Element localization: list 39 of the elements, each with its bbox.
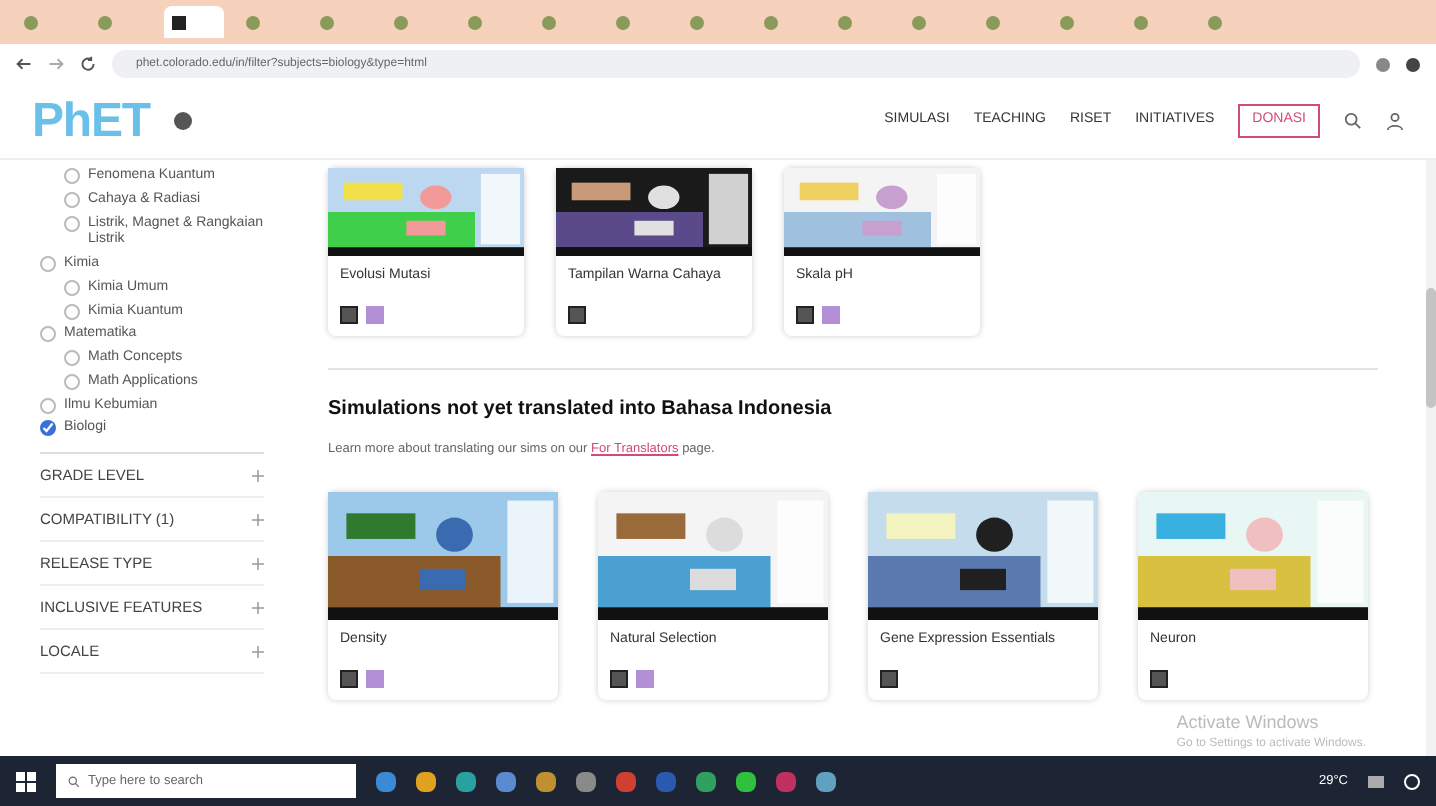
- html5-icon: [610, 669, 628, 688]
- feature-icon: [366, 669, 384, 688]
- back-icon[interactable]: [16, 56, 32, 72]
- feature-icon: [636, 669, 654, 688]
- checkbox[interactable]: [64, 350, 80, 366]
- checkbox[interactable]: [64, 168, 80, 184]
- feature-icon: [366, 306, 384, 324]
- html5-icon: [1150, 669, 1168, 688]
- search-icon[interactable]: [1344, 112, 1362, 130]
- plus-icon: [252, 601, 264, 613]
- html5-icon: [340, 306, 358, 324]
- browser-tab[interactable]: [164, 6, 224, 38]
- notification-icon[interactable]: [1404, 773, 1420, 789]
- activation-title: Activate Windows: [1176, 709, 1321, 735]
- plus-icon: [252, 513, 264, 525]
- checkbox[interactable]: [64, 303, 80, 319]
- tray-icon[interactable]: [1368, 775, 1384, 787]
- checkbox[interactable]: [40, 256, 56, 272]
- checkbox[interactable]: [64, 279, 80, 296]
- plus-icon: [252, 469, 264, 481]
- search-icon: [68, 775, 80, 787]
- checkbox[interactable]: [64, 191, 80, 208]
- checkbox[interactable]: [40, 326, 56, 343]
- section-heading: Simulations not yet translated into Bahasa Indonesia: [328, 396, 834, 424]
- windows-icon[interactable]: [16, 771, 36, 791]
- forward-icon[interactable]: [48, 56, 64, 72]
- plus-icon: [252, 557, 264, 569]
- feature-icon: [822, 306, 840, 324]
- checkbox[interactable]: [40, 397, 56, 413]
- scrollbar[interactable]: [1426, 160, 1436, 756]
- plus-icon: [252, 645, 264, 657]
- html5-icon: [568, 306, 586, 324]
- checkbox[interactable]: [64, 215, 80, 231]
- checkbox[interactable]: [64, 373, 80, 390]
- html5-icon: [796, 306, 814, 324]
- user-icon[interactable]: [1386, 112, 1404, 130]
- html5-icon: [880, 669, 898, 688]
- reload-icon[interactable]: [80, 56, 96, 72]
- html5-icon: [340, 669, 358, 688]
